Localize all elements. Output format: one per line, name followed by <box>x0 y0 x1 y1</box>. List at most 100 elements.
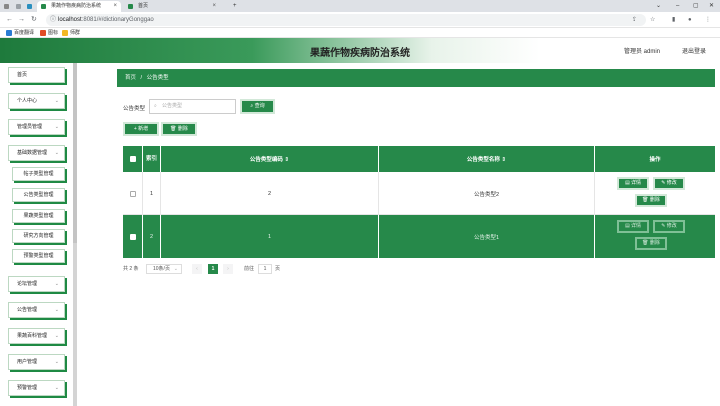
add-button[interactable]: + 新增 <box>123 122 159 136</box>
notice-type-table: 索引 公告类型编码 ⇕ 公告类型名称 ⇕ 操作 1 2 公告类型2 ▤ 详情 ✎… <box>123 146 715 261</box>
sidebar-item-users[interactable]: 用户管理 ⌄ <box>8 354 65 370</box>
select-all-checkbox[interactable] <box>129 156 136 162</box>
bookmark-favicon-icon <box>40 30 46 36</box>
submenu-warning-type[interactable]: 预警类型管理 <box>12 249 65 263</box>
row-code: 1 <box>161 215 379 258</box>
row-actions: ▤ 详情 ✎ 修改 🗑 删除 <box>595 172 715 215</box>
delete-button[interactable]: 🗑 删除 <box>635 194 667 207</box>
url-host: localhost <box>58 17 82 23</box>
bookmark-item[interactable]: 百度翻译 <box>6 29 34 37</box>
goto-label: 前往 <box>244 266 255 272</box>
url-bar[interactable]: ⓘ localhost:8081/#/dictionaryGonggao <box>46 14 646 26</box>
tab-search-icon[interactable]: ⌄ <box>656 0 661 12</box>
goto-page-input[interactable]: 1 <box>258 264 272 274</box>
share-icon[interactable]: ⇪ <box>632 15 637 25</box>
select-all-cell <box>123 146 143 172</box>
next-page-button[interactable]: › <box>223 264 233 274</box>
tab-title: 果蔬作物疾病防治系统 <box>51 3 102 9</box>
submenu-post-type[interactable]: 帖子类型管理 <box>12 167 65 181</box>
submenu-fruit-type[interactable]: 果蔬类型管理 <box>12 209 65 223</box>
sidebar-item-encyclopedia[interactable]: 果蔬百科管理 ⌄ <box>8 328 65 344</box>
prev-page-button[interactable]: ‹ <box>192 264 202 274</box>
breadcrumb-home[interactable]: 首页 <box>125 75 136 81</box>
row-name: 公告类型1 <box>379 215 595 258</box>
bookmark-item[interactable]: 图标 <box>40 29 58 37</box>
bookmark-label: 师群 <box>70 30 81 36</box>
breadcrumb-separator: / <box>140 75 143 81</box>
sidebar-item-warning[interactable]: 预警管理 ⌄ <box>8 380 65 396</box>
batch-delete-button[interactable]: 🗑 删除 <box>161 122 197 136</box>
bookmark-label: 百度翻译 <box>14 30 35 36</box>
site-favicon-icon <box>128 4 133 9</box>
forward-icon[interactable]: → <box>18 15 25 25</box>
site-info-icon[interactable]: ⓘ <box>50 14 56 26</box>
sidebar-item-home[interactable]: 首页 <box>8 67 65 83</box>
breadcrumb-current: 公告类型 <box>146 75 169 81</box>
sidebar-scrollbar[interactable] <box>73 63 77 406</box>
detail-button[interactable]: ▤ 详情 <box>617 177 649 190</box>
sidebar-item-label: 个人中心 <box>17 98 38 104</box>
folder-icon <box>62 30 68 36</box>
row-select-cell <box>123 215 143 258</box>
row-checkbox[interactable] <box>129 233 136 240</box>
sidebar-item-admin[interactable]: 管理员管理 ⌄ <box>8 119 65 135</box>
back-icon[interactable]: ← <box>6 15 13 25</box>
column-header-name[interactable]: 公告类型名称 ⇕ <box>379 146 595 172</box>
address-bar-row: ← → ↻ ⓘ localhost:8081/#/dictionaryGongg… <box>0 12 720 28</box>
sidebar-item-personal-center[interactable]: 个人中心 ⌄ <box>8 93 65 109</box>
tab-close-icon[interactable]: × <box>212 1 216 12</box>
search-button[interactable]: ⌕ 查询 <box>240 99 275 114</box>
tab-favicon-icon <box>16 4 21 9</box>
app-header: 果蔬作物疾病防治系统 管理员 admin 退出登录 <box>0 38 720 63</box>
row-name: 公告类型2 <box>379 172 595 215</box>
profile-icon[interactable]: ● <box>688 15 692 25</box>
row-actions: ▤ 详情 ✎ 修改 🗑 删除 <box>595 215 715 258</box>
delete-button[interactable]: 🗑 删除 <box>635 237 667 250</box>
browser-tab[interactable] <box>14 1 24 12</box>
detail-button[interactable]: ▤ 详情 <box>617 220 649 233</box>
scrollbar-thumb[interactable] <box>73 63 77 243</box>
sidebar-item-base-data[interactable]: 基础数据管理 ⌄ <box>8 145 65 161</box>
notice-type-search-input[interactable]: ⌕ 公告类型 <box>149 99 236 114</box>
url-path: :8081/#/dictionaryGonggao <box>81 17 154 23</box>
browser-tab[interactable]: 首页 × <box>124 1 220 12</box>
sidebar-item-forum[interactable]: 论坛管理 ⌄ <box>8 276 65 292</box>
page-unit-label: 页 <box>275 266 281 272</box>
search-icon: ⌕ <box>154 103 157 109</box>
sidebar-item-label: 管理员管理 <box>17 124 43 130</box>
chevron-down-icon: ⌄ <box>54 98 59 104</box>
browser-tab-active[interactable]: 果蔬作物疾病防治系统 × <box>37 1 121 12</box>
browser-tab[interactable] <box>2 1 12 12</box>
bookmark-item[interactable]: 师群 <box>62 29 80 37</box>
edit-button[interactable]: ✎ 修改 <box>653 177 685 190</box>
column-header-index: 索引 <box>143 146 161 172</box>
close-window-icon[interactable]: ✕ <box>709 0 714 12</box>
browser-tab[interactable] <box>25 1 35 12</box>
row-index: 1 <box>143 172 161 215</box>
chevron-down-icon: ⌄ <box>173 266 178 272</box>
menu-icon[interactable]: ⋮ <box>705 15 711 25</box>
minimize-icon[interactable]: – <box>676 0 679 12</box>
submenu-notice-type[interactable]: 公告类型管理 <box>12 188 65 202</box>
row-checkbox[interactable] <box>129 190 136 197</box>
page-1-button[interactable]: 1 <box>208 264 218 274</box>
submenu-research-direction[interactable]: 研究方向管理 <box>12 229 65 243</box>
column-header-code[interactable]: 公告类型编码 ⇕ <box>161 146 379 172</box>
sidebar-item-notice[interactable]: 公告管理 ⌄ <box>8 302 65 318</box>
edit-button[interactable]: ✎ 修改 <box>653 220 685 233</box>
chevron-down-icon: ⌄ <box>54 333 59 339</box>
maximize-icon[interactable]: ▢ <box>693 0 699 12</box>
bookmark-star-icon[interactable]: ☆ <box>650 15 655 25</box>
logout-link[interactable]: 退出登录 <box>682 46 706 55</box>
new-tab-button[interactable]: + <box>233 0 237 12</box>
tab-favicon-icon <box>27 4 32 9</box>
split-view-icon[interactable]: ▮ <box>672 15 675 25</box>
tab-close-icon[interactable]: × <box>113 1 117 12</box>
reload-icon[interactable]: ↻ <box>31 15 37 25</box>
page-size-select[interactable]: 10条/页 ⌄ <box>146 264 182 274</box>
tab-favicon-icon <box>4 4 9 9</box>
sidebar-item-label: 预警管理 <box>17 385 38 391</box>
bookmark-favicon-icon <box>6 30 12 36</box>
sidebar-item-label: 首页 <box>17 72 28 78</box>
breadcrumb: 首页 / 公告类型 <box>117 69 715 87</box>
